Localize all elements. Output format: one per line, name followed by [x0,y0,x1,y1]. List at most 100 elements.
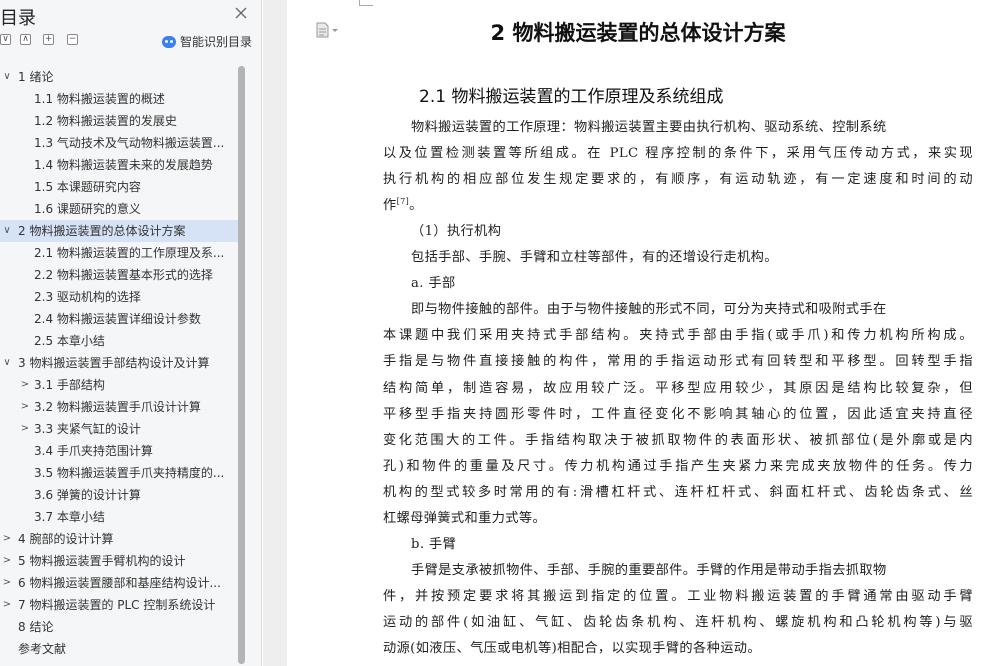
body-text: （1）执行机构 [411,224,502,240]
toc-item[interactable]: 3.6 弹簧的设计计算 [0,484,240,506]
toc-item[interactable]: 1.2 物料搬运装置的发展史 [0,110,240,132]
chevron-right-icon[interactable]: > [1,594,13,616]
toc-item-label: 3.7 本章小结 [34,510,105,524]
toc-item[interactable]: >4 腕部的设计计算 [0,528,240,550]
body-text-line: 手臂是支承被抓物件、手部、手腕的重要部件。手臂的作用是带动手指去抓取物 [411,559,887,578]
remove-item-icon[interactable]: − [67,34,78,45]
chevron-right-icon[interactable]: > [19,374,31,396]
body-text-line: 结构简单，制造容易，故应用较广泛。平移型应用较少，其原因是结构比较复杂，但 [383,377,973,396]
body-text: 以及位置检测装置等所组成。在 PLC 程序控制的条件下，采用气压传动方式，来实现 [383,146,973,162]
toc-item[interactable]: ∨ 1 绪论 [0,66,240,88]
chevron-down-icon[interactable]: ∨ [1,220,13,242]
toc-scrollbar[interactable] [238,66,245,664]
toc-item[interactable]: 2.4 物料搬运装置详细设计参数 [0,308,240,330]
toc-item[interactable]: 3.4 手爪夹持范围计算 [0,440,240,462]
toc-item-label: 1.2 物料搬运装置的发展史 [34,114,177,128]
body-text: 机构的型式较多时常用的有:滑槽杠杆式、连杆杠杆式、斜面杠杆式、齿轮齿条式、丝 [383,484,973,500]
body-text: a. 手部 [411,276,456,292]
toc-item-label: 2.5 本章小结 [34,334,105,348]
toc-item-label: 3.3 夹紧气缸的设计 [34,422,141,436]
body-text-line: 以及位置检测装置等所组成。在 PLC 程序控制的条件下，采用气压传动方式，来实现 [383,142,973,161]
add-item-icon[interactable]: + [43,34,54,45]
chevron-right-icon[interactable]: > [19,418,31,440]
body-text: 物料搬运装置的工作原理：物料搬运装置主要由执行机构、驱动系统、控制系统 [411,120,887,135]
chevron-right-icon[interactable]: > [19,396,31,418]
body-text: 运动的部件(如油缸、气缸、齿轮齿条机构、连杆机构、螺旋机构和凸轮机构等)与驱 [383,614,973,630]
collapse-all-icon[interactable]: ∨ [0,34,11,45]
toc-item-label: 8 结论 [18,620,54,634]
toc-item[interactable]: >3.2 物料搬运装置手爪设计计算 [0,396,240,418]
chevron-right-icon[interactable]: > [1,572,13,594]
toc-item-label: 3 物料搬运装置手部结构设计及计算 [18,356,210,370]
body-text-tail: 。 [409,198,423,214]
chevron-right-icon[interactable]: > [1,528,13,550]
body-text-line: 手指是与物件直接接触的构件，常用的手指运动形式有回转型和平移型。回转型手指 [383,350,973,369]
toc-item-label: 7 物料搬运装置的 PLC 控制系统设计 [18,598,216,612]
body-text-line: 杠螺母弹簧式和重力式等。 [383,507,546,526]
toc-item-label: 1.5 本课题研究内容 [34,180,141,194]
toc-item[interactable]: 1.3 气动技术及气动物料搬运装置... [0,132,240,154]
toc-item-label: 4 腕部的设计计算 [18,532,114,546]
toc-item[interactable]: ∨ 3 物料搬运装置手部结构设计及计算 [0,352,240,374]
toc-list: ∨ 1 绪论 1.1 物料搬运装置的概述 1.2 物料搬运装置的发展史 1.3 气动技术… [0,66,240,660]
citation-ref[interactable]: [7] [397,197,410,206]
toc-item[interactable]: >3.1 手部结构 [0,374,240,396]
toc-item[interactable]: 1.4 物料搬运装置未来的发展趋势 [0,154,240,176]
body-text: 手臂是支承被抓物件、手部、手腕的重要部件。手臂的作用是带动手指去抓取物 [411,562,887,578]
toc-scroll-thumb[interactable] [238,66,245,664]
toc-item[interactable]: >7 物料搬运装置的 PLC 控制系统设计 [0,594,240,616]
body-text-line: 动源(如液压、气压或电机等)相配合，以实现手臂的各种运动。 [383,637,761,656]
toc-item[interactable]: 2.2 物料搬运装置基本形式的选择 [0,264,240,286]
toc-item-label: 2.1 物料搬运装置的工作原理及系... [34,246,225,260]
toc-item[interactable]: 3.5 物料搬运装置手爪夹持精度的... [0,462,240,484]
toc-item[interactable]: 1.1 物料搬运装置的概述 [0,88,240,110]
toc-item[interactable]: 1.6 课题研究的意义 [0,198,240,220]
body-text: 结构简单，制造容易，故应用较广泛。平移型应用较少，其原因是结构比较复杂，但 [383,380,973,396]
toc-item-label: 5 物料搬运装置手臂机构的设计 [18,554,186,568]
toc-item[interactable]: 8 结论 [0,616,240,638]
toc-item-label: 1 绪论 [18,70,54,84]
close-icon[interactable] [233,5,249,21]
chevron-down-icon[interactable]: ∨ [1,352,13,374]
body-text-line: 即与物件接触的部件。由于与物件接触的形式不同，可分为夹持式和吸附式手在 [411,298,887,317]
toc-item[interactable]: >3.3 夹紧气缸的设计 [0,418,240,440]
body-text: b. 手臂 [411,536,457,552]
toc-item[interactable]: 1.5 本课题研究内容 [0,176,240,198]
body-text: 手指是与物件直接接触的构件，常用的手指运动形式有回转型和平移型。回转型手指 [383,354,973,370]
body-text-line: 作[7]。 [383,194,423,213]
chevron-down-icon[interactable]: ∨ [1,66,13,88]
body-text: 杠螺母弹簧式和重力式等。 [383,510,547,526]
ai-robot-icon [162,36,176,48]
toc-item[interactable]: 参考文献 [0,638,240,660]
body-text-line: 运动的部件(如油缸、气缸、齿轮齿条机构、连杆机构、螺旋机构和凸轮机构等)与驱 [383,611,973,630]
body-text: 动源(如液压、气压或电机等)相配合，以实现手臂的各种运动。 [383,641,761,656]
toc-title: 目录 [0,8,36,29]
toc-item[interactable]: 3.7 本章小结 [0,506,240,528]
body-text: 包括手部、手腕、手臂和立柱等部件，有的还增设行走机构。 [411,250,778,266]
toc-item-label: 1.4 物料搬运装置未来的发展趋势 [34,158,213,172]
toc-item[interactable]: 2.5 本章小结 [0,330,240,352]
toc-item[interactable]: >5 物料搬运装置手臂机构的设计 [0,550,240,572]
toc-item[interactable]: >6 物料搬运装置腰部和基座结构设计... [0,572,240,594]
toc-item-label: 3.2 物料搬运装置手爪设计计算 [34,400,201,414]
toc-item-label: 2.2 物料搬运装置基本形式的选择 [34,268,213,282]
body-text-line: 包括手部、手腕、手臂和立柱等部件，有的还增设行走机构。 [411,246,778,265]
body-text-line: 机构的型式较多时常用的有:滑槽杠杆式、连杆杠杆式、斜面杠杆式、齿轮齿条式、丝 [383,481,973,500]
smart-toc-button[interactable]: 智能识别目录 [162,33,252,51]
body-text: 作 [383,198,397,214]
chevron-right-icon[interactable]: > [1,550,13,572]
toc-toolbar: ∨ ∧ + − [0,34,100,50]
toc-item-label: 2.3 驱动机构的选择 [34,290,141,304]
toc-item[interactable]: 2.3 驱动机构的选择 [0,286,240,308]
body-text-line: 孔)和物件的重量及尺寸。传力机构通过手指产生夹紧力来完成夹放物件的任务。传力 [383,455,973,474]
toc-item[interactable]: ∨ 2 物料搬运装置的总体设计方案 [0,220,240,242]
body-text: 即与物件接触的部件。由于与物件接触的形式不同，可分为夹持式和吸附式手在 [411,302,887,318]
panel-gutter [263,0,287,666]
smart-toc-label: 智能识别目录 [180,35,253,49]
body-text-line: 本课题中我们采用夹持式手部结构。夹持式手部由手指(或手爪)和传力机构所构成。 [383,324,973,343]
toc-item-label: 3.1 手部结构 [34,378,105,392]
toc-item[interactable]: 2.1 物料搬运装置的工作原理及系... [0,242,240,264]
body-text: 变化范围大的工件。手指结构取决于被抓取物件的表面形状、被抓部位(是外廓或是内 [383,432,973,448]
toc-item-label: 1.3 气动技术及气动物料搬运装置... [34,136,225,150]
expand-up-icon[interactable]: ∧ [20,34,31,45]
